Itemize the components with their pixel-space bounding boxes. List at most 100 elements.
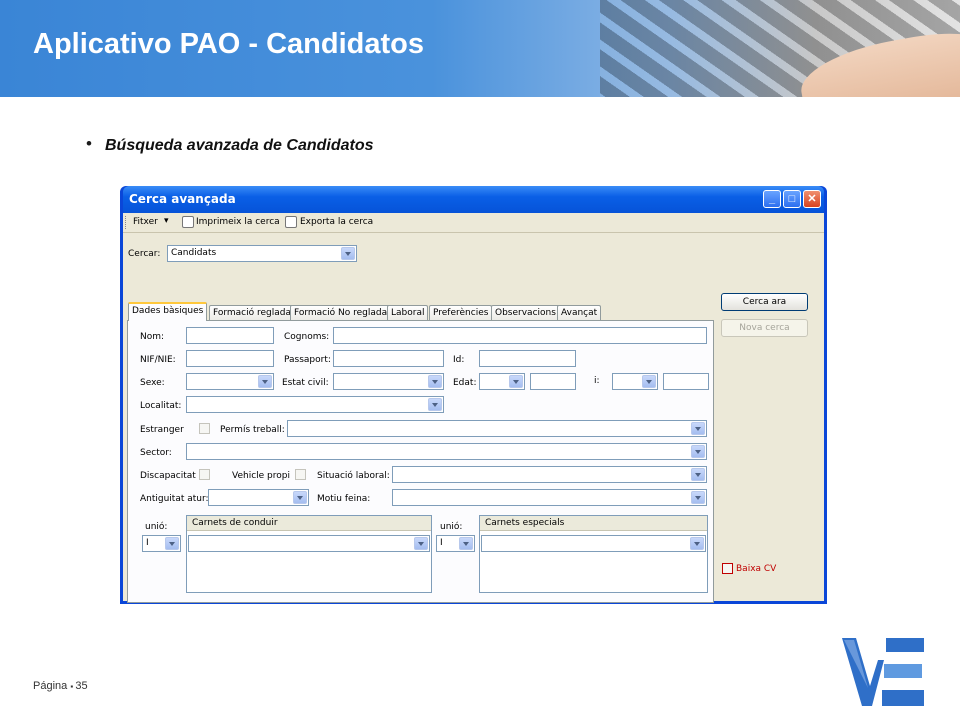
- bullet-text: Búsqueda avanzada de Candidatos: [105, 137, 374, 154]
- sexe-select[interactable]: [186, 373, 274, 390]
- edat-operator-select[interactable]: [479, 373, 525, 390]
- baixa-cv-checkbox[interactable]: [722, 563, 733, 574]
- toolbar-grip[interactable]: [125, 216, 128, 229]
- unio-select-2[interactable]: I: [436, 535, 475, 552]
- maximize-button[interactable]: □: [783, 190, 801, 208]
- chevron-down-icon[interactable]: [258, 375, 272, 388]
- estat-civil-label: Estat civil:: [282, 378, 329, 388]
- chevron-down-icon[interactable]: [642, 375, 656, 388]
- tab-formacio-no-reglada[interactable]: Formació No reglada: [290, 305, 392, 320]
- estat-civil-select[interactable]: [333, 373, 444, 390]
- estranger-label: Estranger: [140, 425, 184, 435]
- search-label: Cercar:: [128, 249, 161, 259]
- tab-formacio-reglada[interactable]: Formació reglada: [209, 305, 295, 320]
- new-search-button[interactable]: Nova cerca: [721, 319, 808, 337]
- antiguitat-atur-label: Antiguitat atur:: [140, 494, 209, 504]
- passaport-label: Passaport:: [284, 355, 331, 365]
- slide-title: Aplicativo PAO - Candidatos: [33, 28, 425, 60]
- search-type-select[interactable]: Candidats: [167, 245, 357, 262]
- estranger-checkbox[interactable]: [199, 423, 210, 434]
- chevron-down-icon[interactable]: ▾: [164, 216, 169, 226]
- id-label: Id:: [453, 355, 465, 365]
- permis-treball-label: Permís treball:: [220, 425, 285, 435]
- chevron-down-icon[interactable]: [509, 375, 523, 388]
- chevron-down-icon[interactable]: [691, 422, 705, 435]
- edat2-value-field[interactable]: [663, 373, 709, 390]
- carnets-conduir-header: Carnets de conduir: [187, 516, 431, 531]
- localitat-select[interactable]: [186, 396, 444, 413]
- chevron-down-icon[interactable]: [293, 491, 307, 504]
- minimize-button[interactable]: _: [763, 190, 781, 208]
- chevron-down-icon[interactable]: [459, 537, 473, 550]
- carnets-conduir-select[interactable]: [188, 535, 430, 552]
- close-button[interactable]: ✕: [803, 190, 821, 208]
- chevron-down-icon[interactable]: [165, 537, 179, 550]
- print-icon[interactable]: [182, 216, 194, 228]
- search-window: Cerca avançada _ □ ✕ Fitxer ▾ Imprimeix …: [120, 186, 827, 604]
- print-button[interactable]: Imprimeix la cerca: [196, 217, 280, 227]
- id-field[interactable]: [479, 350, 576, 367]
- nif-field[interactable]: [186, 350, 274, 367]
- vehicle-propi-checkbox[interactable]: [295, 469, 306, 480]
- nif-label: NIF/NIE:: [140, 355, 176, 365]
- tab-avancat[interactable]: Avançat: [557, 305, 602, 320]
- carnets-conduir-list[interactable]: Carnets de conduir: [186, 515, 432, 593]
- baixa-cv-label: Baixa CV: [736, 564, 777, 574]
- situacio-laboral-select[interactable]: [392, 466, 707, 483]
- vehicle-propi-label: Vehicle propi: [232, 471, 290, 481]
- chevron-down-icon[interactable]: [691, 468, 705, 481]
- sector-select[interactable]: [186, 443, 707, 460]
- localitat-label: Localitat:: [140, 401, 182, 411]
- motiu-feina-label: Motiu feina:: [317, 494, 371, 504]
- sexe-label: Sexe:: [140, 378, 165, 388]
- sector-label: Sector:: [140, 448, 172, 458]
- nom-field[interactable]: [186, 327, 274, 344]
- page-footer: Página ▪ 35: [33, 680, 88, 692]
- toolbar: Fitxer ▾ Imprimeix la cerca Exporta la c…: [123, 213, 824, 233]
- unio-value: I: [146, 538, 149, 548]
- tab-observacions[interactable]: Observacions: [491, 305, 560, 320]
- page-label: Página: [33, 680, 68, 692]
- chevron-down-icon[interactable]: [428, 375, 442, 388]
- search-now-button[interactable]: Cerca ara: [721, 293, 808, 311]
- edat2-operator-select[interactable]: [612, 373, 658, 390]
- tab-panel: Nom: Cognoms: NIF/NIE: Passaport: Id: Se…: [127, 320, 714, 603]
- discapacitat-label: Discapacitat: [140, 471, 196, 481]
- chevron-down-icon[interactable]: [428, 398, 442, 411]
- tab-preferencies[interactable]: Preferències: [429, 305, 493, 320]
- file-menu[interactable]: Fitxer: [133, 217, 158, 227]
- window-title: Cerca avançada: [129, 192, 236, 206]
- chevron-down-icon[interactable]: [691, 445, 705, 458]
- nom-label: Nom:: [140, 332, 165, 342]
- permis-treball-select[interactable]: [287, 420, 707, 437]
- tab-dades-basiques[interactable]: Dades bàsiques: [128, 302, 208, 321]
- i-label: i:: [594, 376, 600, 386]
- carnets-especials-select[interactable]: [481, 535, 706, 552]
- motiu-feina-select[interactable]: [392, 489, 707, 506]
- discapacitat-checkbox[interactable]: [199, 469, 210, 480]
- antiguitat-atur-select[interactable]: [208, 489, 309, 506]
- unio-select[interactable]: I: [142, 535, 181, 552]
- carnets-especials-list[interactable]: Carnets especials: [479, 515, 708, 593]
- passaport-field[interactable]: [333, 350, 444, 367]
- logo: [842, 638, 924, 706]
- edat-label: Edat:: [453, 378, 477, 388]
- unio-label: unió:: [145, 522, 168, 532]
- edat-value-field[interactable]: [530, 373, 576, 390]
- unio-label-2: unió:: [440, 522, 463, 532]
- carnets-especials-header: Carnets especials: [480, 516, 707, 531]
- slide-header: Aplicativo PAO - Candidatos: [0, 0, 960, 97]
- export-icon[interactable]: [285, 216, 297, 228]
- cognoms-field[interactable]: [333, 327, 707, 344]
- chevron-down-icon[interactable]: [341, 247, 355, 260]
- chevron-down-icon[interactable]: [690, 537, 704, 550]
- window-client: Fitxer ▾ Imprimeix la cerca Exporta la c…: [123, 213, 824, 603]
- chevron-down-icon[interactable]: [691, 491, 705, 504]
- unio-value-2: I: [440, 538, 443, 548]
- window-titlebar[interactable]: Cerca avançada _ □ ✕: [123, 186, 824, 213]
- bullet-icon: •: [86, 134, 92, 153]
- export-button[interactable]: Exporta la cerca: [300, 217, 373, 227]
- tab-laboral[interactable]: Laboral: [387, 305, 429, 320]
- situacio-laboral-label: Situació laboral:: [317, 471, 390, 481]
- chevron-down-icon[interactable]: [414, 537, 428, 550]
